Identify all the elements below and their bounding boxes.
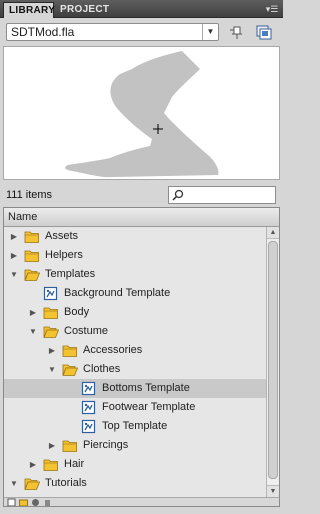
library-item-label: Bottoms Template (102, 382, 190, 394)
panel-tab-bar: LIBRARY PROJECT ▾☰ (0, 0, 283, 18)
library-status-bar: 111 items (0, 181, 283, 207)
scroll-down-icon[interactable]: ▼ (267, 485, 279, 497)
library-list: Name ▶ Assets ▶ Helpers ▼ Templates Background… (3, 207, 280, 507)
preview-figure (65, 51, 219, 178)
movie-clip-symbol-icon (81, 400, 97, 415)
symbol-preview (3, 46, 280, 180)
library-folder-row[interactable]: ▼ Templates (4, 265, 266, 284)
expand-triangle-icon[interactable]: ▶ (9, 227, 19, 246)
expand-triangle-icon[interactable]: ▶ (9, 246, 19, 265)
library-item-label: Templates (45, 268, 96, 280)
collapse-triangle-icon[interactable]: ▼ (47, 360, 57, 379)
search-icon (172, 189, 184, 201)
expand-triangle-icon[interactable]: ▶ (47, 341, 57, 360)
folder-open-icon (62, 362, 79, 377)
expand-triangle-icon[interactable]: ▶ (47, 436, 57, 455)
document-select[interactable]: SDTMod.fla ▼ (6, 23, 219, 41)
library-folder-row[interactable]: ▶ Assets (4, 227, 266, 246)
library-item-label: Piercings (83, 439, 129, 451)
library-item-label: Clothes (83, 363, 121, 375)
collapse-triangle-icon[interactable]: ▼ (28, 322, 38, 341)
library-item-label: Assets (45, 230, 79, 242)
tab-library[interactable]: LIBRARY (3, 2, 55, 18)
library-footer-toolbar (4, 497, 279, 507)
library-folder-row[interactable]: ▶ Accessories (4, 341, 266, 360)
movie-clip-symbol-icon (81, 419, 97, 434)
library-folder-row[interactable]: ▶ Body (4, 303, 266, 322)
library-symbol-row[interactable]: Top Template (4, 417, 266, 436)
pin-icon[interactable] (228, 24, 246, 40)
document-bar: SDTMod.fla ▼ (0, 19, 283, 45)
item-count: 111 items (6, 189, 53, 201)
library-item-label: Helpers (45, 249, 83, 261)
scroll-thumb[interactable] (268, 241, 278, 479)
preview-shape (65, 51, 219, 178)
library-items: ▶ Assets ▶ Helpers ▼ Templates Background Temp… (4, 227, 266, 497)
library-folder-row[interactable]: ▼ Tutorials (4, 474, 266, 493)
library-symbol-row[interactable]: Bottoms Template (4, 379, 266, 398)
search-input[interactable] (168, 186, 276, 204)
collapse-triangle-icon[interactable]: ▼ (9, 265, 19, 284)
library-item-label: Background Template (64, 287, 171, 299)
delete-icon[interactable] (43, 498, 52, 507)
expand-triangle-icon[interactable]: ▶ (28, 455, 38, 474)
folder-icon (62, 438, 78, 453)
folder-icon (43, 305, 59, 320)
column-header-name[interactable]: Name (4, 208, 279, 227)
tab-project[interactable]: PROJECT (55, 2, 109, 18)
folder-icon (24, 248, 40, 263)
library-item-label: Tutorials (45, 477, 87, 489)
library-item-label: Costume (64, 325, 109, 337)
new-library-panel-icon[interactable] (255, 24, 273, 40)
folder-icon (62, 343, 78, 358)
new-folder-icon[interactable] (19, 498, 28, 507)
folder-icon (43, 457, 59, 472)
collapse-triangle-icon[interactable]: ▼ (9, 474, 19, 493)
expand-triangle-icon[interactable]: ▶ (28, 303, 38, 322)
document-select-value: SDTMod.fla (11, 25, 75, 39)
folder-open-icon (24, 267, 41, 282)
panel-menu-icon[interactable]: ▾☰ (265, 3, 279, 15)
movie-clip-symbol-icon (43, 286, 59, 301)
library-folder-row[interactable]: ▶ Piercings (4, 436, 266, 455)
vertical-scrollbar[interactable]: ▲ ▼ (266, 227, 279, 497)
properties-icon[interactable] (31, 498, 40, 507)
library-folder-row[interactable]: ▼ Clothes (4, 360, 266, 379)
movie-clip-symbol-icon (81, 381, 97, 396)
library-item-label: Footwear Template (102, 401, 196, 413)
new-symbol-icon[interactable] (7, 498, 16, 507)
library-folder-row[interactable]: ▶ Helpers (4, 246, 266, 265)
library-symbol-row[interactable]: Footwear Template (4, 398, 266, 417)
library-folder-row[interactable]: ▼ Costume (4, 322, 266, 341)
library-item-label: Top Template (102, 420, 168, 432)
library-folder-row[interactable]: ▶ Hair (4, 455, 266, 474)
folder-open-icon (43, 324, 60, 339)
library-item-label: Hair (64, 458, 85, 470)
folder-icon (24, 229, 40, 244)
chevron-down-icon[interactable]: ▼ (202, 24, 218, 40)
scroll-up-icon[interactable]: ▲ (267, 227, 279, 239)
library-item-label: Accessories (83, 344, 143, 356)
library-symbol-row[interactable]: Background Template (4, 284, 266, 303)
library-item-label: Body (64, 306, 90, 318)
folder-open-icon (24, 476, 41, 491)
